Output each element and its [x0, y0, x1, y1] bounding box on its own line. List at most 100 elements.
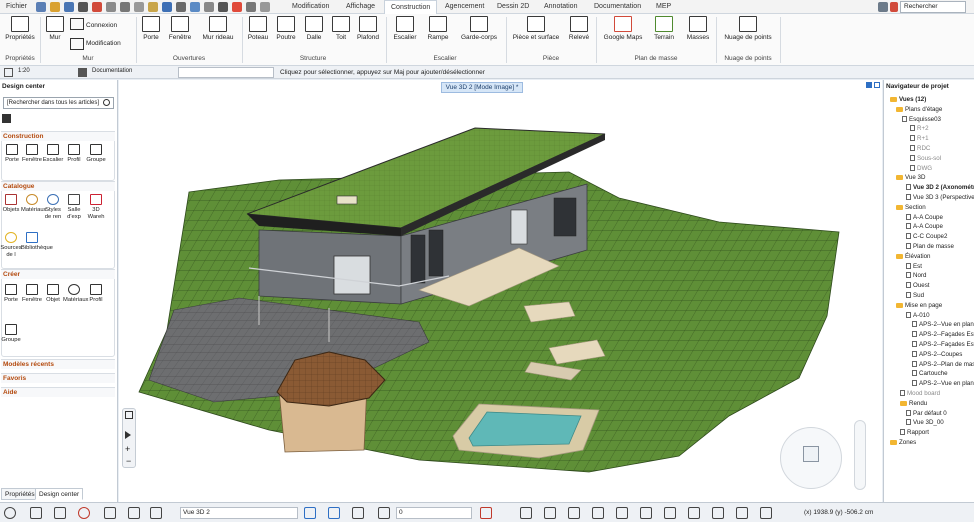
more-icon[interactable]: [260, 2, 270, 12]
pen-icon[interactable]: [128, 507, 140, 519]
view-tab[interactable]: Vue 3D 2 [Mode Image] *: [441, 82, 523, 93]
navigator-item[interactable]: APS-2--Façades Est: [912, 341, 974, 348]
create-window[interactable]: Fenêtre: [21, 284, 43, 304]
navigator-item[interactable]: A-A Coupe: [906, 213, 943, 221]
measure-icon[interactable]: [568, 507, 580, 519]
stairs-button[interactable]: Escalier: [390, 16, 420, 41]
file-menu[interactable]: Fichier: [0, 0, 33, 14]
room-area-button[interactable]: Pièce et surface: [510, 16, 562, 41]
lib-materials[interactable]: Matériaux: [21, 194, 46, 214]
pointer-icon[interactable]: [104, 507, 116, 519]
ceiling-button[interactable]: Plafond: [354, 16, 382, 41]
search-input[interactable]: Rechercher: [900, 1, 966, 13]
connexion-button[interactable]: Connexion: [86, 22, 117, 29]
save-icon[interactable]: [64, 2, 74, 12]
pencil-icon[interactable]: [162, 2, 172, 12]
navigator-item[interactable]: Mood board: [900, 390, 940, 397]
lib-door[interactable]: Porte: [1, 144, 23, 164]
settings-icon[interactable]: [4, 507, 16, 519]
navigator-item[interactable]: Est: [906, 262, 922, 270]
tab-design-center[interactable]: Design center: [35, 488, 84, 500]
arrow-down-icon[interactable]: [328, 507, 340, 519]
cursor-icon[interactable]: [246, 2, 256, 12]
window-button[interactable]: Fenêtre: [166, 16, 194, 41]
value-field[interactable]: 0: [396, 507, 472, 519]
navigator-item[interactable]: Par défaut 0: [906, 409, 947, 417]
tab-annotation[interactable]: Annotation: [538, 0, 583, 14]
viewport-3d[interactable]: + −: [119, 80, 882, 502]
door-button[interactable]: Porte: [140, 16, 162, 41]
new-file-icon[interactable]: [36, 2, 46, 12]
grid-icon[interactable]: [218, 2, 228, 12]
transform-icon[interactable]: [150, 507, 162, 519]
navigator-item[interactable]: Esquisse03: [902, 115, 941, 123]
navigator-item[interactable]: Sous-sol: [910, 154, 941, 162]
navigator-item[interactable]: A-A Coupe: [906, 223, 943, 230]
lib-library[interactable]: Bibliothèque: [21, 232, 53, 252]
line-tool-icon[interactable]: [232, 2, 242, 12]
grid-icon[interactable]: [30, 507, 42, 519]
layers-icon[interactable]: [176, 2, 186, 12]
navigator-item[interactable]: Vue 3D 3 (Perspective): [906, 194, 974, 201]
measure-icon[interactable]: [190, 2, 200, 12]
create-door[interactable]: Porte: [0, 284, 22, 304]
snap-icon[interactable]: [204, 2, 214, 12]
tab-agencement[interactable]: Agencement: [439, 0, 490, 14]
navigator-item[interactable]: Vue 3D 2 (Axonométrie): [906, 184, 974, 191]
undo-icon[interactable]: [92, 2, 102, 12]
navigator-item[interactable]: Vue 3D_00: [906, 419, 944, 426]
favorites-title[interactable]: Favoris: [1, 373, 115, 383]
navigator-item[interactable]: Ouest: [906, 282, 930, 289]
paint-icon[interactable]: [134, 2, 144, 12]
selection-icon[interactable]: [120, 2, 130, 12]
layer-select[interactable]: Documentation: [90, 67, 176, 78]
navigator-item[interactable]: Rendu: [900, 400, 927, 407]
recent-models-title[interactable]: Modèles récents: [1, 359, 115, 369]
navigator-item[interactable]: Vue 3D: [896, 174, 925, 181]
navigator-item[interactable]: Section: [896, 204, 926, 211]
palette-icon[interactable]: [760, 507, 772, 519]
lib-group[interactable]: Groupe: [85, 144, 107, 164]
visual-icon[interactable]: [712, 507, 724, 519]
curtain-wall-button[interactable]: Mur rideau: [198, 16, 238, 41]
masses-button[interactable]: Masses: [684, 16, 712, 41]
magnet-icon[interactable]: [78, 507, 90, 519]
navigator-item[interactable]: C-C Coupe2: [906, 233, 947, 240]
play-icon[interactable]: [125, 431, 133, 439]
create-title[interactable]: Créer: [1, 269, 115, 279]
navigator-item[interactable]: DWG: [910, 164, 932, 172]
lib-light-sources[interactable]: Sources de l: [0, 232, 22, 258]
scale-select[interactable]: 1:20: [16, 67, 62, 78]
copy-icon[interactable]: [664, 507, 676, 519]
wall-grid-icon[interactable]: [70, 18, 84, 30]
library-search-input[interactable]: [Rechercher dans tous les articles]: [3, 97, 114, 109]
help-title[interactable]: Aide: [1, 387, 115, 397]
navigator-item[interactable]: RDC: [910, 145, 930, 152]
properties-button[interactable]: Propriétés: [4, 16, 36, 41]
wall-tool-icon[interactable]: [70, 38, 84, 50]
tab-properties-panel[interactable]: Propriétés: [1, 488, 39, 500]
point-cloud-button[interactable]: Nuage de points: [720, 16, 776, 41]
tab-documentation[interactable]: Documentation: [588, 0, 647, 14]
alert-icon[interactable]: [890, 2, 898, 12]
layer-stack-icon[interactable]: [378, 507, 390, 519]
railing-button[interactable]: Garde-corps: [456, 16, 502, 41]
survey-button[interactable]: Relevé: [566, 16, 592, 41]
lib-render-styles[interactable]: Styles de ren: [42, 194, 64, 220]
construction-title[interactable]: Construction: [1, 131, 115, 141]
brush-icon[interactable]: [148, 2, 158, 12]
roof-button[interactable]: Toit: [330, 16, 352, 41]
maximize-icon[interactable]: [874, 82, 880, 88]
zoom-out-icon[interactable]: −: [126, 457, 131, 466]
navigator-item[interactable]: Plans d'étage: [896, 106, 942, 113]
column-button[interactable]: Poteau: [246, 16, 270, 41]
filter-select[interactable]: [178, 67, 274, 78]
navigator-item[interactable]: Cartouche: [912, 370, 948, 377]
user-icon[interactable]: [878, 2, 888, 12]
tab-mep[interactable]: MEP: [650, 0, 677, 14]
navigator-item[interactable]: Zones: [890, 439, 916, 446]
open-folder-icon[interactable]: [50, 2, 60, 12]
lib-3d-warehouse[interactable]: 3D Wareh: [85, 194, 107, 220]
create-group[interactable]: Groupe: [0, 324, 22, 344]
split-icon[interactable]: [640, 507, 652, 519]
